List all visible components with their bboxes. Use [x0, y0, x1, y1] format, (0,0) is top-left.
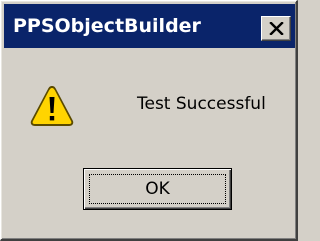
ok-button[interactable]: OK [83, 168, 232, 210]
window-title: PPSObjectBuilder [13, 15, 201, 37]
close-icon [269, 22, 284, 35]
close-button[interactable] [261, 16, 291, 41]
title-bar[interactable]: PPSObjectBuilder [4, 4, 295, 48]
warning-icon [30, 86, 74, 126]
dialog-message: Test Successful [137, 94, 266, 114]
message-dialog: PPSObjectBuilder Test Successful OK [0, 0, 298, 241]
ok-button-label: OK [145, 179, 170, 199]
